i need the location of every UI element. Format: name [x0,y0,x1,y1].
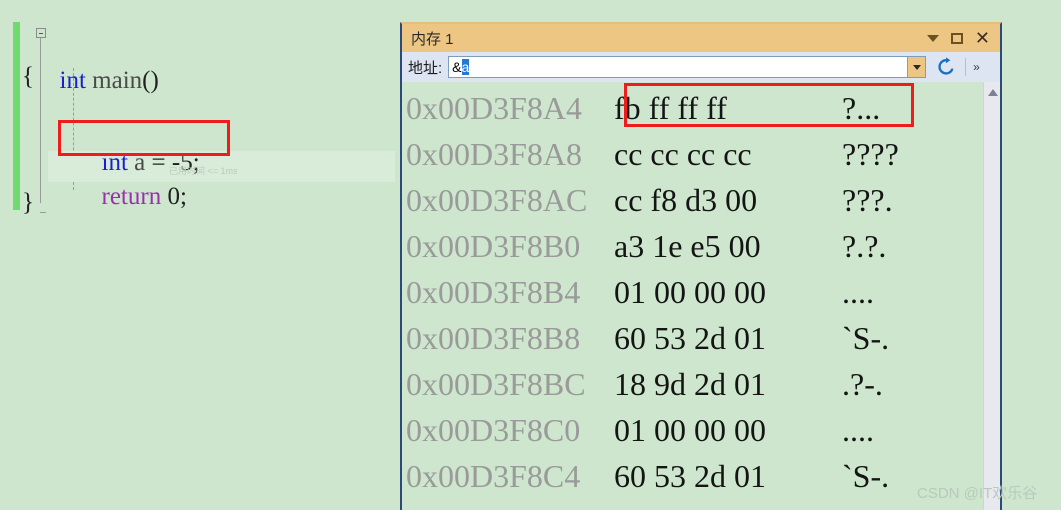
memory-row-address: 0x00D3F8B0 [406,227,581,264]
parens: () [142,67,159,94]
memory-row-hex[interactable]: 18 9d 2d 01 [614,366,842,403]
memory-row-hex[interactable]: 60 53 2d 01 [614,320,842,357]
memory-row-hex[interactable]: a3 1e e5 00 [614,228,842,265]
toolbar-overflow-icon[interactable]: » [973,61,980,73]
toolbar-separator [965,58,967,76]
close-icon[interactable]: ✕ [975,29,990,47]
memory-row-address: 0x00D3F8BC [406,365,586,402]
code-highlight-box [58,120,230,156]
address-text-unselected: & [452,59,462,75]
memory-row[interactable]: 0x00D3F8A4 fb ff ff ff?... [402,85,983,131]
memory-window-titlebar[interactable]: 内存 1 ✕ [402,24,1000,52]
elapsed-time-annotation: 已用时间 <= 1ms [169,166,238,176]
memory-row-address: 0x00D3F8B4 [406,273,581,310]
memory-row-address: 0x00D3F8B8 [406,319,581,356]
memory-row-ascii: ?.?. [842,227,887,264]
keyword-int: int [59,67,93,94]
memory-row-ascii: ???? [842,135,899,172]
address-text-selected: a [461,59,470,75]
memory-row[interactable]: 0x00D3F8A8 cc cc cc cc???? [402,131,983,177]
memory-row[interactable]: 0x00D3F8AC cc f8 d3 00???. [402,177,983,223]
change-indicator-bar [13,22,20,210]
memory-row-ascii: `S-. [842,319,890,356]
memory-row[interactable]: 0x00D3F8C4 60 53 2d 01 `S-. [402,453,983,499]
memory-row-ascii: ???. [842,181,893,218]
memory-row-hex[interactable]: fb ff ff ff [614,90,842,127]
keyword-return: return [101,183,168,210]
memory-row-ascii: .?-. [842,365,883,402]
memory-row[interactable]: 0x00D3F8B8 60 53 2d 01 `S-. [402,315,983,361]
memory-row-hex[interactable]: 60 53 2d 01 [614,458,842,495]
window-control-buttons: ✕ [926,29,990,47]
memory-rows-container[interactable]: 0x00D3F8A4 fb ff ff ff?... 0x00D3F8A8 cc cc… [402,82,983,510]
screen-root: int main() { int a = -5; return 0; } 已用时… [0,0,1061,510]
function-name-main: main [92,67,143,94]
memory-vertical-scrollbar[interactable] [983,82,1000,510]
memory-row[interactable]: 0x00D3F8B4 01 00 00 00.... [402,269,983,315]
memory-row[interactable]: 0x00D3F8B0 a3 1e e5 00?.?. [402,223,983,269]
address-label: 地址: [408,59,443,77]
memory-row-ascii: .... [842,411,874,448]
memory-row-address: 0x00D3F8A4 [406,89,583,126]
address-input[interactable]: & a [449,57,907,77]
code-line-2[interactable]: { [22,62,34,92]
memory-content-area[interactable]: 0x00D3F8A4 fb ff ff ff?... 0x00D3F8A8 cc cc… [402,82,1000,510]
memory-window[interactable]: 内存 1 ✕ 地址: & a » 0x00D3F8A4 fb ff ff ff … [400,22,1002,510]
memory-row-hex[interactable]: 01 00 00 00 [614,412,842,449]
memory-row-address: 0x00D3F8C4 [406,457,581,494]
memory-row-address: 0x00D3F8A8 [406,135,583,172]
code-line-5[interactable]: } [22,188,34,218]
chevron-down-icon[interactable] [926,34,939,42]
memory-row[interactable]: 0x00D3F8C0 01 00 00 00.... [402,407,983,453]
memory-row-hex[interactable]: 01 00 00 00 [614,274,842,311]
memory-row-hex[interactable]: cc cc cc cc [614,136,842,173]
refresh-icon[interactable] [936,57,956,77]
address-dropdown-icon[interactable] [907,57,926,77]
memory-row-ascii: `S-. [842,457,890,494]
memory-row-address: 0x00D3F8AC [406,181,588,218]
memory-toolbar[interactable]: 地址: & a » [402,52,1000,82]
memory-row-hex[interactable]: cc f8 d3 00 [614,182,842,219]
memory-row-ascii: ?... [842,89,881,126]
maximize-icon[interactable] [950,32,963,44]
fold-guide-foot [40,212,46,213]
memory-row-address: 0x00D3F8C0 [406,411,581,448]
code-line-1[interactable]: int main() [22,36,159,94]
memory-row-ascii: .... [842,273,874,310]
memory-window-title: 内存 1 [411,30,454,48]
memory-row[interactable]: 0x00D3F8BC 18 9d 2d 01 .?-. [402,361,983,407]
literal-zero: 0; [167,183,187,210]
address-combobox[interactable]: & a [448,56,927,78]
scroll-up-arrow-icon[interactable] [988,89,998,96]
